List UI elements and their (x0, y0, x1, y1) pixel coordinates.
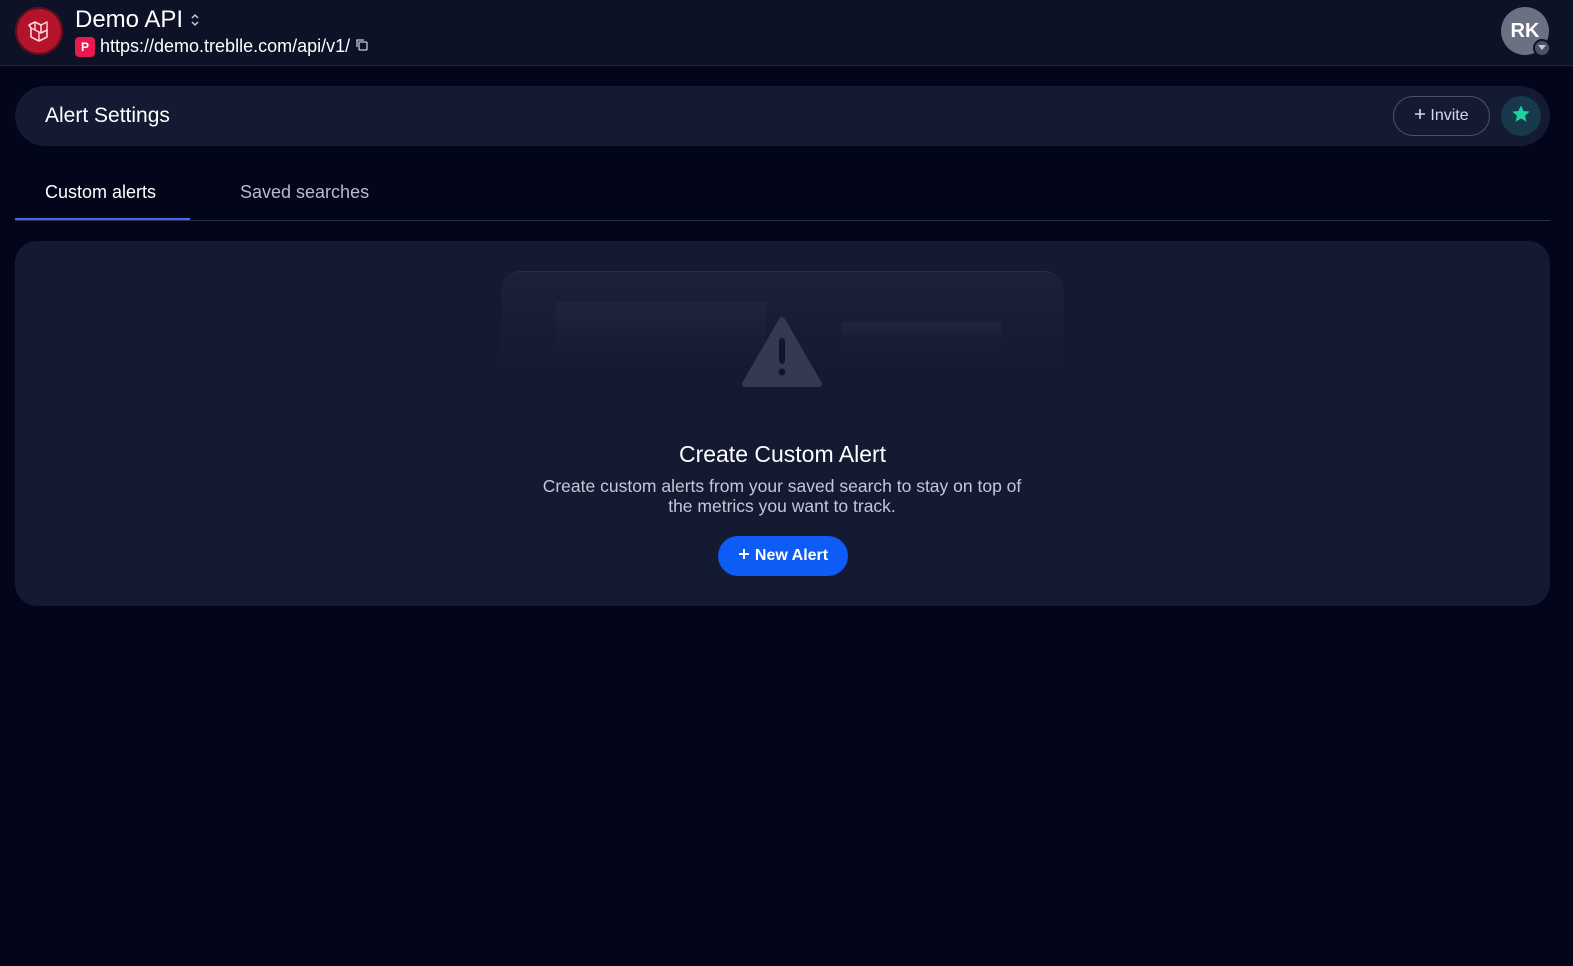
api-name: Demo API (75, 6, 184, 33)
tab-saved-searches[interactable]: Saved searches (240, 182, 369, 203)
plus-icon (1414, 107, 1426, 125)
app-logo-icon[interactable] (15, 7, 63, 55)
active-tab-indicator (15, 218, 190, 220)
invite-label: Invite (1430, 107, 1469, 124)
alert-illustration (501, 271, 1064, 411)
copy-icon[interactable] (355, 36, 369, 57)
api-selector[interactable]: Demo API (75, 6, 199, 34)
star-icon (1511, 104, 1531, 129)
page-header: Alert Settings Invite (15, 86, 1550, 146)
tab-custom-alerts[interactable]: Custom alerts (45, 182, 156, 203)
empty-state-card: Create Custom Alert Create custom alerts… (15, 241, 1550, 606)
api-url: https://demo.treblle.com/api/v1/ (100, 36, 351, 56)
avatar-caret-icon (1533, 39, 1551, 57)
top-bar: Demo API P https://demo.treblle.com/api/… (0, 0, 1573, 66)
empty-state-description: Create custom alerts from your saved sea… (542, 476, 1022, 516)
new-alert-button[interactable]: New Alert (718, 536, 848, 576)
api-url-row: P https://demo.treblle.com/api/v1/ (75, 36, 369, 57)
favorite-button[interactable] (1501, 96, 1541, 136)
new-alert-label: New Alert (754, 547, 829, 564)
plus-icon (738, 547, 750, 565)
page-title: Alert Settings (45, 104, 170, 127)
user-avatar[interactable]: RK (1501, 7, 1551, 57)
platform-badge: P (75, 36, 95, 57)
sort-icon (191, 13, 199, 27)
invite-button[interactable]: Invite (1393, 96, 1490, 136)
avatar-initials: RK (1510, 19, 1540, 42)
empty-state-title: Create Custom Alert (678, 441, 887, 467)
tab-bar: Custom alerts Saved searches (15, 166, 1550, 221)
